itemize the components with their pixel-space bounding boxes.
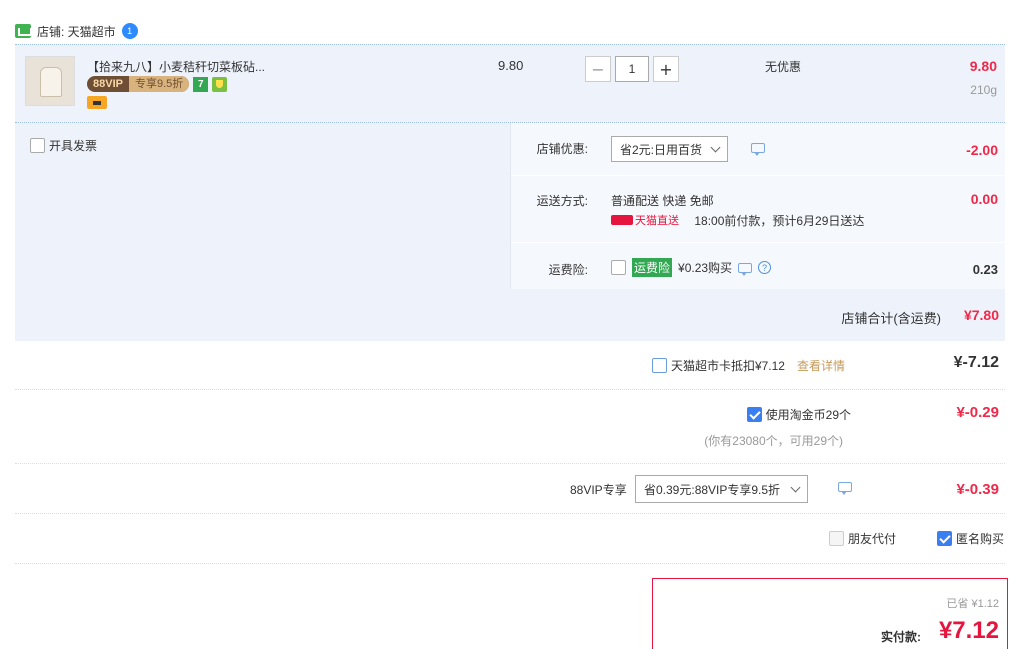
tmall-direct-label: 天猫直送 (635, 215, 679, 227)
invoice-label: 开具发票 (49, 139, 98, 153)
vip-tag-left: 88VIP (93, 78, 123, 90)
tmall-shop-icon (15, 24, 32, 38)
coins-option[interactable]: 使用淘金币29个 (746, 406, 851, 423)
insurance-tag: 运费险 (632, 258, 673, 277)
coins-label: 使用淘金币29个 (765, 408, 851, 422)
tmall-card-details-link[interactable]: 查看详情 (797, 357, 845, 374)
coins-checkbox[interactable] (746, 407, 762, 422)
vip-discount-select[interactable]: 省0.39元:88VIP专享9.5折 (635, 475, 809, 503)
quantity-stepper: − 1 + (585, 56, 679, 82)
message-icon[interactable] (738, 262, 753, 276)
tmall-card-amount: ¥-7.12 (953, 354, 999, 371)
anonymous-label: 匿名购买 (956, 532, 1005, 546)
message-icon[interactable] (838, 482, 852, 495)
help-icon[interactable]: ? (758, 261, 772, 274)
insurance-checkbox[interactable] (611, 260, 626, 275)
vip-amount: ¥-0.39 (956, 481, 999, 498)
qty-increase-button[interactable]: + (653, 56, 679, 82)
shop-coupon-row: 店铺优惠: 省2元:日用百货 -2.00 (511, 123, 1006, 175)
vip-row: 88VIP专享 省0.39元:88VIP专享9.5折 ¥-0.39 (15, 464, 1005, 514)
order-flags-row: 朋友代付 匿名购买 (15, 514, 1005, 564)
message-icon[interactable] (751, 143, 765, 156)
anonymous-checkbox[interactable] (937, 531, 952, 546)
anonymous-option[interactable]: 匿名购买 (937, 530, 1004, 547)
chevron-down-icon (710, 142, 721, 152)
chevron-down-icon (790, 482, 801, 492)
cart-item-row: 【拾来九八】小麦秸秆切菜板砧... 88VIP 专享9.5折 7 9.80 − … (15, 44, 1005, 122)
shipping-eta: 18:00前付款，预计6月29日送达 (694, 214, 865, 228)
qty-decrease-button[interactable]: − (585, 56, 611, 82)
shipping-amount: 0.00 (970, 191, 998, 207)
vip-discount-tag: 88VIP 专享9.5折 (87, 76, 190, 92)
item-total-price: 9.80 (969, 58, 997, 74)
shop-options-panel: 店铺优惠: 省2元:日用百货 -2.00 运送方式: 普通配送 快递 免邮 天猫… (510, 123, 1006, 289)
guarantee-icon (212, 76, 228, 92)
friend-pay-label: 朋友代付 (848, 532, 897, 546)
item-badges: 88VIP 专享9.5折 7 (87, 76, 228, 92)
item-discount-text: 无优惠 (765, 60, 802, 74)
shop-chat-icon[interactable]: 1 (121, 23, 138, 39)
tmall-direct-badge: 天猫直送 (611, 212, 679, 228)
coins-row: 使用淘金币29个 (你有23080个，可用29个) ¥-0.29 (15, 390, 1005, 464)
invoice-checkbox[interactable] (30, 138, 45, 153)
qty-input[interactable]: 1 (615, 56, 649, 82)
shipping-method: 普通配送 快递 免邮 (611, 194, 714, 208)
insurance-label: 运费险: (548, 263, 588, 277)
tmall-card-checkbox[interactable] (651, 358, 667, 373)
delivery-truck-icon (611, 215, 633, 225)
shop-total-row: 店铺合计(含运费) ¥7.80 (15, 289, 1005, 341)
insurance-price: ¥0.23购买 (678, 261, 733, 275)
shipping-eta-line: 天猫直送 18:00前付款，预计6月29日送达 (611, 212, 864, 229)
coins-available: (你有23080个，可用29个) (704, 434, 843, 448)
vip-tag-right: 专享9.5折 (128, 76, 190, 92)
vip-discount-value: 省0.39元:88VIP专享9.5折 (644, 482, 781, 497)
item-unit-price: 9.80 (498, 58, 524, 73)
vip-label: 88VIP专享 (570, 483, 627, 497)
shop-coupon-value: 省2元:日用百货 (620, 142, 703, 157)
savings-hint: 已省 ¥1.12 (946, 598, 999, 610)
seven-day-return-icon: 7 (193, 76, 209, 92)
shop-header: 店铺: 天猫超市 1 (15, 20, 138, 42)
shop-name[interactable]: 店铺: 天猫超市 (37, 23, 116, 40)
shop-total-value: ¥7.80 (963, 307, 999, 323)
shipping-row: 运送方式: 普通配送 快递 免邮 天猫直送 18:00前付款，预计6月29日送达… (511, 175, 1006, 243)
shop-coupon-label: 店铺优惠: (536, 142, 588, 156)
shop-coupon-amount: -2.00 (966, 142, 998, 158)
insurance-option[interactable]: 运费险 ¥0.23购买 ? (611, 258, 772, 277)
tmall-card-option[interactable]: 天猫超市卡抵扣¥7.12 查看详情 (651, 357, 845, 374)
insurance-amount: 0.23 (972, 262, 998, 277)
shop-coupon-select[interactable]: 省2元:日用百货 (611, 136, 729, 162)
credit-card-icon (87, 96, 107, 109)
invoice-option[interactable]: 开具发票 (30, 137, 97, 154)
item-thumbnail[interactable] (25, 56, 75, 106)
tmall-card-row: 天猫超市卡抵扣¥7.12 查看详情 ¥-7.12 (15, 340, 1005, 390)
item-weight: 210g (970, 83, 997, 97)
coins-amount: ¥-0.29 (956, 404, 999, 421)
order-options: 开具发票 店铺优惠: 省2元:日用百货 -2.00 运送方式: 普通配送 快递 … (15, 122, 1006, 341)
pay-amount: ¥7.12 (938, 617, 999, 644)
shipping-label: 运送方式: (536, 194, 588, 208)
shop-total-label: 店铺合计(含运费) (841, 311, 941, 326)
item-title[interactable]: 【拾来九八】小麦秸秆切菜板砧... (87, 58, 265, 75)
shipping-insurance-row: 运费险: 运费险 ¥0.23购买 ? 0.23 (511, 243, 1006, 289)
pay-label: 实付款: (881, 630, 921, 644)
friend-pay-option[interactable]: 朋友代付 (829, 530, 896, 547)
friend-pay-checkbox[interactable] (829, 531, 844, 546)
payment-summary: 已省 ¥1.12 实付款: ¥7.12 (652, 578, 1008, 649)
tmall-card-label: 天猫超市卡抵扣¥7.12 (670, 359, 785, 373)
